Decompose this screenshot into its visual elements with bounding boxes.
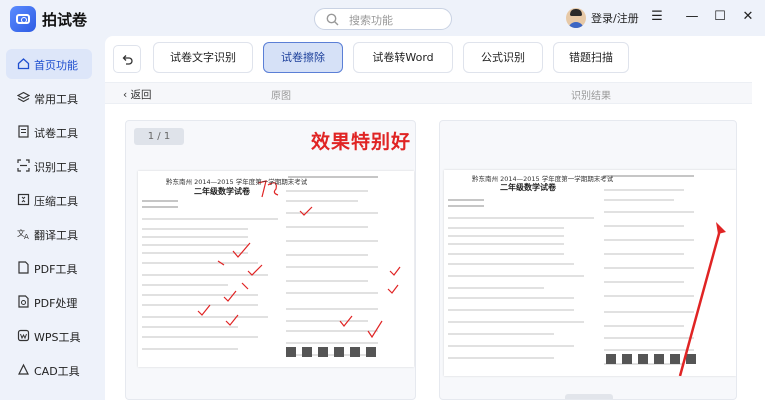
page-indicator: 1 / 1 [134,128,184,145]
tab-exam-to-word[interactable]: 试卷转Word [353,42,453,73]
translate-icon: 文A [17,228,29,240]
sidebar-item-pdf-process[interactable]: PDF处理 [6,287,92,317]
layers-icon [17,91,30,103]
sidebar-item-label: PDF处理 [34,297,78,310]
avatar[interactable] [566,8,586,28]
title-bar: 拍试卷 搜索功能 登录/注册 ☰ — ☐ ✕ [0,0,765,36]
erased-exam-image: 黔东南州 2014—2015 学年度第一学期期末考试 二年级数学试卷 [444,170,736,377]
menu-icon[interactable]: ☰ [647,7,667,27]
exam-doc-icon [18,125,29,138]
sidebar-item-label: 翻译工具 [34,229,78,242]
compress-icon [17,193,30,206]
original-exam-image: 黔东南州 2014—2015 学年度第一学期期末考试 二年级数学试卷 [138,171,414,367]
search-box[interactable]: 搜索功能 [314,8,452,30]
sidebar-item-translate-tools[interactable]: 文A 翻译工具 [6,219,92,249]
minimize-button[interactable]: — [682,7,702,27]
arrow-annotation-icon [678,222,726,377]
result-label: 识别结果 [571,91,611,102]
main-panel: 试卷文字识别 试卷擦除 试卷转Word 公式识别 错题扫描 ‹ 返回 原图 识别… [105,36,765,400]
paper-heading: 黔东南州 2014—2015 学年度第一学期期末考试 [166,178,308,186]
preview-header: ‹ 返回 原图 识别结果 [105,82,752,104]
wps-icon [17,329,30,342]
result-image-viewer[interactable]: 黔东南州 2014—2015 学年度第一学期期末考试 二年级数学试卷 [439,120,737,400]
sidebar-item-common-tools[interactable]: 常用工具 [6,83,92,113]
exam-content-drawing [142,176,401,357]
chevron-left-icon: ‹ [123,89,131,101]
cad-icon [18,363,29,375]
original-image-viewer[interactable]: 1 / 1 效果特别好 黔东南州 2014—2015 学年度第一学期期末考试 二… [125,120,416,400]
maximize-button[interactable]: ☐ [710,7,730,27]
svg-text:A: A [24,233,29,240]
app-title: 拍试卷 [42,11,88,29]
tab-wrong-question-scan[interactable]: 错题扫描 [553,42,629,73]
tab-formula-recognition[interactable]: 公式识别 [463,42,543,73]
app-logo-icon [10,6,36,32]
sidebar-item-label: 常用工具 [34,93,78,106]
sidebar-item-home[interactable]: 首页功能 [6,49,92,79]
login-link[interactable]: 登录/注册 [591,10,639,26]
undo-button[interactable] [113,45,141,73]
pdf-icon [18,261,29,274]
sidebar-item-label: 试卷工具 [34,127,78,140]
sidebar-item-recognize-tools[interactable]: 识别工具 [6,151,92,181]
erased-content-drawing [448,175,726,377]
page-indicator-pill [565,394,613,399]
home-icon [17,58,30,70]
sidebar-item-wps-tools[interactable]: WPS工具 [6,321,92,351]
sidebar-item-cad-tools[interactable]: CAD工具 [6,355,92,385]
search-placeholder[interactable]: 搜索功能 [349,12,393,28]
tab-exam-text-recognition[interactable]: 试卷文字识别 [153,42,253,73]
sidebar-item-label: CAD工具 [34,365,80,378]
pdf-process-icon [18,295,29,308]
search-icon [326,13,339,26]
close-button[interactable]: ✕ [738,7,758,27]
result-paper-subheading: 二年级数学试卷 [500,183,556,192]
sidebar-item-label: 首页功能 [34,59,78,72]
scan-icon [17,159,30,172]
sidebar-item-pdf-tools[interactable]: PDF工具 [6,253,92,283]
sidebar-item-compress-tools[interactable]: 压缩工具 [6,185,92,215]
back-label: 返回 [130,89,152,101]
tab-exam-erase[interactable]: 试卷擦除 [263,42,343,73]
sidebar-item-label: PDF工具 [34,263,78,276]
paper-subheading: 二年级数学试卷 [194,187,250,196]
sidebar-item-label: 压缩工具 [34,195,78,208]
promo-text: 效果特别好 [311,131,412,153]
sidebar-item-exam-tools[interactable]: 试卷工具 [6,117,92,147]
sidebar-item-label: WPS工具 [34,331,81,344]
undo-icon [122,55,133,65]
back-link[interactable]: ‹ 返回 [123,87,152,102]
sidebar: 首页功能 常用工具 试卷工具 识别工具 压缩工具 文A 翻译工具 PDF工具 P… [0,36,98,400]
sidebar-item-label: 识别工具 [34,161,78,174]
original-label: 原图 [271,91,291,102]
